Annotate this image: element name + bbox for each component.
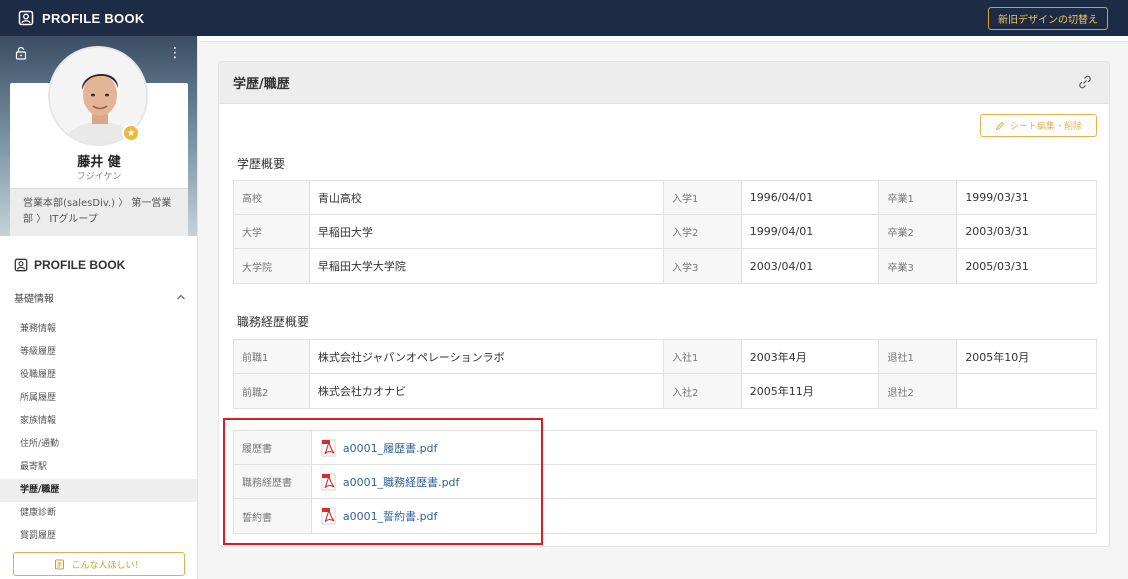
table-cell: 2005/03/31 [965,259,1029,273]
table-row: 前職2 株式会社カオナビ 入社2 2005年11月 退社2 [234,374,1096,408]
table-cell: 大学 [234,215,310,248]
chevron-up-icon [177,294,185,300]
table-cell: 株式会社カオナビ [310,374,664,408]
table-cell: 卒業2 [879,215,958,248]
profile-book-icon [18,10,34,26]
sidebar-item-awards[interactable]: 賞罰履歴 [0,525,197,548]
table-cell: 前職1 [234,340,310,373]
app-brand[interactable]: PROFILE BOOK [18,10,145,26]
table-cell: 退社2 [879,374,958,408]
career-table: 前職1 株式会社ジャパンオペレーションラボ 入社1 2003年4月 退社1 20… [233,339,1097,409]
more-menu-icon[interactable]: ⋮ [168,45,182,61]
profile-book-icon [14,258,28,272]
pencil-icon [995,121,1005,130]
table-cell [957,374,1096,408]
department-path: 営業本部(salesDiv.) 〉 第一営業部 〉 ITグループ [10,188,188,236]
sidebar-item-education-career[interactable]: 学歴/職歴 [0,479,197,502]
section-label: 基礎情報 [14,293,54,305]
star-badge-icon: ★ [122,124,140,142]
sidebar-item-health[interactable]: 健康診断 [0,502,197,525]
career-title: 職務経歴概要 [237,315,310,329]
sidebar-nav: 兼務情報 等級履歴 役職履歴 所属履歴 家族情報 住所/通勤 最寄駅 学歴/職歴… [0,318,197,548]
switch-design-button[interactable]: 新旧デザインの切替え [988,7,1108,30]
table-cell: 2005年10月 [965,350,1030,364]
education-table: 高校 青山高校 入学1 1996/04/01 卒業1 1999/03/31 大学… [233,180,1097,284]
panel-title: 学歴/職歴 [233,77,290,92]
table-cell: 入学2 [663,215,742,248]
sidebar: ⋮ ★ 藤井 健 フジイケン 営業本部(salesDiv.) 〉 第一営業部 〉… [0,36,198,579]
sidebar-item-position-history[interactable]: 役職履歴 [0,364,197,387]
section-basic-info[interactable]: 基礎情報 [0,284,197,310]
sidebar-brand: PROFILE BOOK [14,258,125,272]
want-person-label: こんな人ほしい！ [71,560,144,571]
sidebar-item-station[interactable]: 最寄駅 [0,456,197,479]
table-row: 前職1 株式会社ジャパンオペレーションラボ 入社1 2003年4月 退社1 20… [234,340,1096,374]
document-icon [55,559,65,569]
table-row: 大学 早稲田大学 入学2 1999/04/01 卒業2 2003/03/31 [234,215,1096,249]
sidebar-item-affiliation-history[interactable]: 所属履歴 [0,387,197,410]
table-cell: 2003/03/31 [965,225,1029,238]
table-cell: 入学3 [663,249,742,283]
sidebar-item-kenmu[interactable]: 兼務情報 [0,318,197,341]
want-person-button[interactable]: こんな人ほしい！ [13,552,185,576]
table-cell: 大学院 [234,249,310,283]
profile-name: 藤井 健 [77,155,121,170]
main-top-strip [200,36,1128,42]
sidebar-item-grade-history[interactable]: 等級履歴 [0,341,197,364]
sidebar-item-address[interactable]: 住所/通勤 [0,433,197,456]
table-cell: 株式会社ジャパンオペレーションラボ [310,340,664,373]
highlight-box [223,418,543,545]
table-cell: 入学1 [663,181,742,214]
table-cell: 1999/03/31 [965,191,1029,204]
edit-sheet-label: シート編集・削除 [1009,122,1082,132]
education-title: 学歴概要 [237,157,286,171]
panel-header: 学歴/職歴 [219,62,1109,104]
profile-kana: フジイケン [76,172,122,182]
lock-icon[interactable] [14,46,28,60]
table-row: 大学院 早稲田大学大学院 入学3 2003/04/01 卒業3 2005/03/… [234,249,1096,283]
table-cell: 早稲田大学大学院 [310,249,664,283]
table-cell: 高校 [234,181,310,214]
table-cell: 入社1 [663,340,742,373]
table-cell: 2003年4月 [742,340,880,373]
table-cell: 青山高校 [310,181,664,214]
table-cell: 2005年11月 [742,374,880,408]
table-cell: 1999/04/01 [742,215,880,248]
app-title: PROFILE BOOK [42,10,145,26]
table-cell: 入社2 [663,374,742,408]
edit-sheet-button[interactable]: シート編集・削除 [980,114,1097,137]
table-cell: 早稲田大学 [310,215,664,248]
top-bar: PROFILE BOOK 新旧デザインの切替え [0,0,1128,36]
table-cell: 1996/04/01 [742,181,880,214]
profile-header: ⋮ ★ 藤井 健 フジイケン 営業本部(salesDiv.) 〉 第一営業部 〉… [0,36,197,236]
sidebar-item-family[interactable]: 家族情報 [0,410,197,433]
table-row: 高校 青山高校 入学1 1996/04/01 卒業1 1999/03/31 [234,181,1096,215]
table-cell: 前職2 [234,374,310,408]
sidebar-brand-label: PROFILE BOOK [34,258,126,272]
table-cell: 卒業1 [879,181,958,214]
link-icon[interactable] [1077,74,1093,90]
table-cell: 卒業3 [879,249,958,283]
table-cell: 2003/04/01 [742,249,880,283]
table-cell: 退社1 [879,340,958,373]
